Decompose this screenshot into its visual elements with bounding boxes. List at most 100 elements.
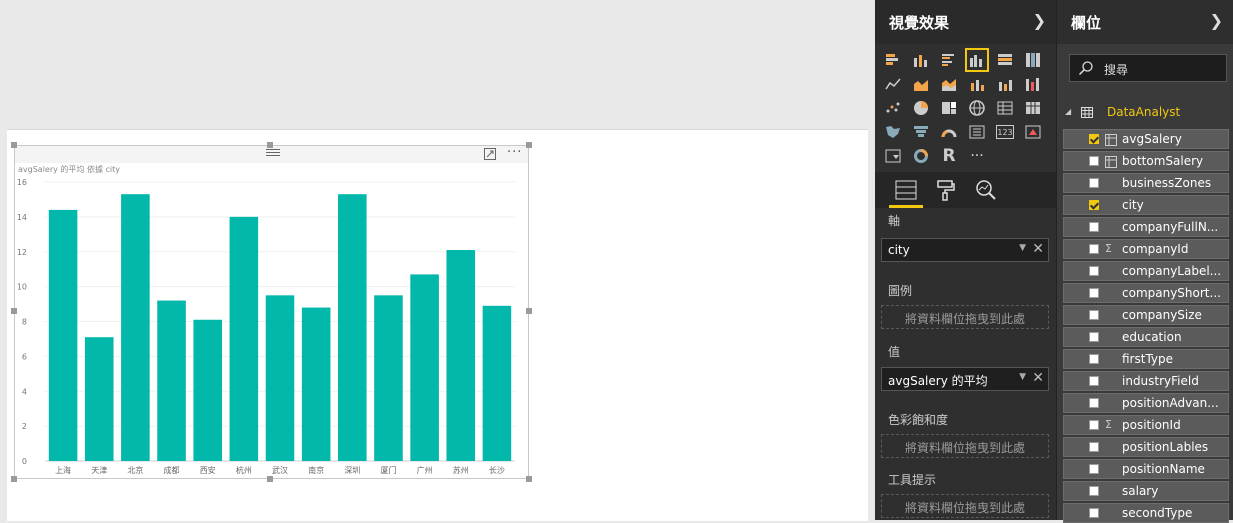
field-name: companyFullN... [1122, 220, 1219, 234]
field-checkbox[interactable] [1089, 134, 1099, 144]
field-checkbox[interactable] [1089, 486, 1099, 496]
treemap-icon[interactable] [939, 98, 959, 118]
resize-handle-top[interactable] [267, 142, 273, 148]
line-and-clustered-column-chart-icon[interactable] [995, 74, 1015, 94]
analytics-magnifier-icon[interactable] [971, 174, 1001, 206]
field-checkbox[interactable] [1089, 200, 1099, 210]
field-checkbox[interactable] [1089, 288, 1099, 298]
chevron-down-icon[interactable]: ▼ [1019, 372, 1026, 382]
resize-handle-right[interactable] [526, 308, 532, 314]
resize-handle-bottom-right[interactable] [526, 476, 532, 482]
more-options-icon[interactable]: ··· [507, 146, 522, 160]
fields-tab-icon[interactable] [889, 174, 923, 208]
x-tick-label: 深圳 [344, 465, 360, 475]
scatter-chart-icon[interactable] [883, 98, 903, 118]
gauge-icon[interactable] [939, 122, 959, 142]
stacked-bar-chart-icon[interactable] [883, 50, 903, 70]
field-item[interactable]: salary [1063, 481, 1229, 501]
stacked-column-chart-icon[interactable] [911, 50, 931, 70]
expand-caret-icon[interactable]: ◢ [1065, 107, 1071, 116]
field-item[interactable]: ΣcompanyId [1063, 239, 1229, 259]
map-icon[interactable] [967, 98, 987, 118]
clustered-column-chart-icon[interactable] [965, 48, 989, 72]
field-checkbox[interactable] [1089, 442, 1099, 452]
field-checkbox[interactable] [1089, 266, 1099, 276]
field-item[interactable]: secondType [1063, 503, 1229, 523]
field-checkbox[interactable] [1089, 156, 1099, 166]
table-dataanalyst[interactable]: ◢ DataAnalyst [1065, 104, 1230, 122]
funnel-chart-icon[interactable] [911, 122, 931, 142]
format-paint-roller-icon[interactable] [931, 174, 961, 206]
collapse-chevron-icon[interactable]: ❯ [1033, 11, 1046, 30]
field-checkbox[interactable] [1089, 310, 1099, 320]
color-saturation-well-dropzone[interactable]: 將資料欄位拖曳到此處 [881, 434, 1049, 458]
field-checkbox[interactable] [1089, 354, 1099, 364]
ribbon-chart-icon[interactable] [1023, 74, 1043, 94]
field-item[interactable]: companyFullN... [1063, 217, 1229, 237]
field-item[interactable]: positionName [1063, 459, 1229, 479]
100-stacked-bar-chart-icon[interactable] [995, 50, 1015, 70]
field-item[interactable]: bottomSalery [1063, 151, 1229, 171]
field-checkbox[interactable] [1089, 332, 1099, 342]
field-item[interactable]: firstType [1063, 349, 1229, 369]
axis-well[interactable]: city ▼ ✕ [881, 238, 1049, 262]
field-checkbox[interactable] [1089, 178, 1099, 188]
resize-handle-bottom[interactable] [267, 476, 273, 482]
focus-mode-icon[interactable] [484, 148, 496, 160]
collapse-chevron-icon[interactable]: ❯ [1210, 11, 1223, 30]
slicer-icon[interactable] [883, 146, 903, 166]
drag-handle-icon[interactable] [266, 149, 280, 157]
table-visual-icon[interactable] [995, 98, 1015, 118]
area-chart-icon[interactable] [911, 74, 931, 94]
field-item[interactable]: avgSalery [1063, 129, 1229, 149]
line-chart-icon[interactable] [883, 74, 903, 94]
clustered-bar-chart-icon[interactable] [939, 50, 959, 70]
multi-row-card-icon[interactable] [967, 122, 987, 142]
svg-text:123: 123 [997, 128, 1012, 137]
values-well[interactable]: avgSalery 的平均 ▼ ✕ [881, 367, 1049, 391]
field-item[interactable]: education [1063, 327, 1229, 347]
field-item[interactable]: ΣpositionId [1063, 415, 1229, 435]
field-item[interactable]: companyLabel... [1063, 261, 1229, 281]
card-icon[interactable]: 123 [995, 122, 1015, 142]
field-item[interactable]: positionLables [1063, 437, 1229, 457]
legend-well-dropzone[interactable]: 將資料欄位拖曳到此處 [881, 305, 1049, 329]
x-tick-label: 厦门 [380, 465, 396, 475]
x-tick-label: 武汉 [272, 465, 288, 475]
field-item[interactable]: companyShort... [1063, 283, 1229, 303]
resize-handle-bottom-left[interactable] [11, 476, 17, 482]
fields-search-input[interactable]: 搜尋 [1069, 54, 1227, 82]
field-checkbox[interactable] [1089, 376, 1099, 386]
field-checkbox[interactable] [1089, 508, 1099, 518]
field-checkbox[interactable] [1089, 222, 1099, 232]
100-stacked-column-chart-icon[interactable] [1023, 50, 1043, 70]
bar [48, 209, 78, 461]
field-item[interactable]: businessZones [1063, 173, 1229, 193]
kpi-icon[interactable] [1023, 122, 1043, 142]
field-item[interactable]: positionAdvan... [1063, 393, 1229, 413]
matrix-visual-icon[interactable] [1023, 98, 1043, 118]
resize-handle-left[interactable] [11, 308, 17, 314]
line-and-stacked-column-chart-icon[interactable] [967, 74, 987, 94]
field-checkbox[interactable] [1089, 398, 1099, 408]
stacked-area-chart-icon[interactable] [939, 74, 959, 94]
filled-map-icon[interactable] [883, 122, 903, 142]
x-tick-label: 杭州 [236, 465, 252, 475]
chevron-down-icon[interactable]: ▼ [1019, 243, 1026, 253]
field-checkbox[interactable] [1089, 420, 1099, 430]
tooltips-well-dropzone[interactable]: 將資料欄位拖曳到此處 [881, 494, 1049, 518]
clustered-column-chart-visual[interactable]: ··· avgSalery 的平均 依據 city 0 2 4 6 8 10 12 14 16 上… [11, 142, 532, 482]
field-item[interactable]: industryField [1063, 371, 1229, 391]
donut-chart-icon[interactable] [911, 146, 931, 166]
field-checkbox[interactable] [1089, 464, 1099, 474]
remove-field-icon[interactable]: ✕ [1032, 370, 1044, 386]
more-visuals-icon[interactable]: ··· [967, 146, 987, 166]
field-checkbox[interactable] [1089, 244, 1099, 254]
remove-field-icon[interactable]: ✕ [1032, 241, 1044, 257]
field-item[interactable]: city [1063, 195, 1229, 215]
r-script-visual-icon[interactable]: R [939, 146, 959, 166]
pie-chart-icon[interactable] [911, 98, 931, 118]
resize-handle-top-right[interactable] [526, 142, 532, 148]
field-item[interactable]: companySize [1063, 305, 1229, 325]
resize-handle-top-left[interactable] [11, 142, 17, 148]
